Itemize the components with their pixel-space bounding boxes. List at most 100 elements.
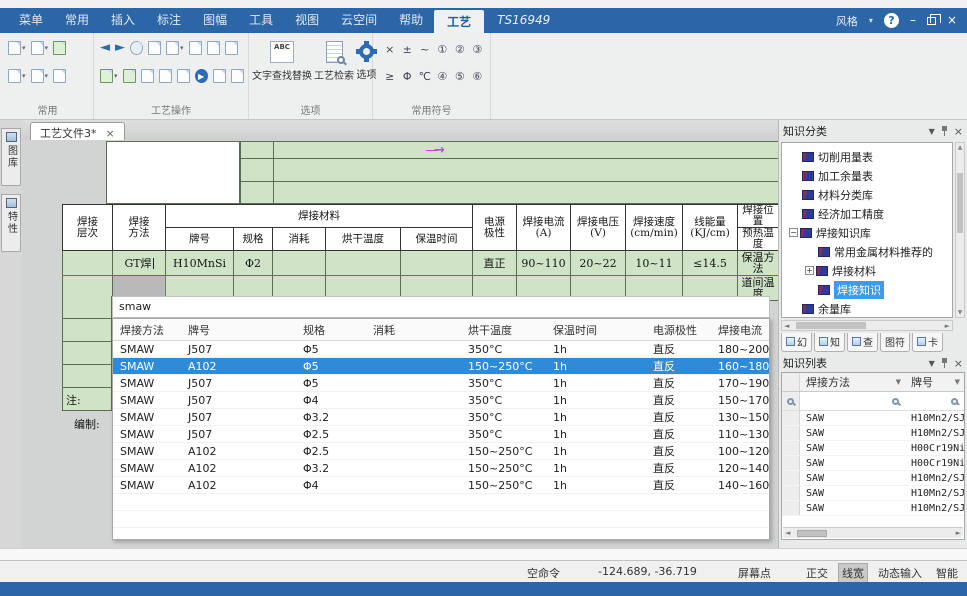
symbol-button[interactable]: ①	[434, 43, 452, 56]
sort-icon[interactable]: ▼	[896, 378, 901, 386]
pin-icon[interactable]	[941, 358, 948, 368]
copy-doc-icon[interactable]	[207, 41, 220, 55]
scrollbar-thumb[interactable]	[957, 173, 963, 233]
refresh-table-icon[interactable]	[53, 41, 66, 55]
knowledge-list-row[interactable]: SAWH10Mn2/SJ101	[782, 486, 964, 501]
tree-item-焊接知识[interactable]: 焊接知识	[782, 280, 952, 299]
menu-云空间[interactable]: 云空间	[330, 8, 388, 33]
chevron-down-icon[interactable]: ▾	[869, 16, 873, 25]
pin-icon[interactable]	[941, 126, 948, 136]
scrollbar-thumb[interactable]	[797, 530, 827, 537]
calc-icon[interactable]	[213, 69, 226, 83]
dropdown-row[interactable]: SMAWJ507Φ3.2350°C1h直反130~150	[113, 409, 769, 426]
column-header-method[interactable]: 焊接方法▼	[800, 374, 905, 390]
dropdown-row[interactable]: SMAWJ507Φ5350°C1h直反180~200	[113, 341, 769, 358]
list-horizontal-scrollbar[interactable]: ◄ ►	[783, 527, 963, 538]
note-cell[interactable]: 注:	[62, 388, 112, 411]
toggle-正交[interactable]: 正交	[802, 563, 832, 583]
symbol-button[interactable]: ⑥	[469, 70, 487, 83]
cell-text-editor[interactable]: smaw	[112, 296, 770, 318]
parameter-dropdown[interactable]: 焊接方法牌号规格消耗烘干温度保温时间电源极性焊接电流 SMAWJ507Φ5350…	[112, 318, 770, 540]
style-menu[interactable]: 风格	[836, 13, 858, 29]
cell-dry-temp[interactable]	[326, 251, 401, 276]
restore-button[interactable]	[927, 17, 936, 25]
symbol-button[interactable]: ±	[399, 43, 417, 56]
layer-cell[interactable]	[62, 296, 112, 319]
collapse-icon[interactable]: −	[789, 228, 798, 237]
knowledge-list-row[interactable]: SAWH10Mn2/SJ101	[782, 411, 964, 426]
layer-cell[interactable]	[62, 319, 112, 342]
tree-item-加工余量表[interactable]: 加工余量表	[782, 166, 952, 185]
menu-图幅[interactable]: 图幅	[192, 8, 238, 33]
drawing-canvas[interactable]: → 焊接层次 焊接方法 焊接材料 电源极性 焊接电流(A) 焊接电压(V) 焊接…	[22, 140, 778, 560]
row-selector[interactable]	[782, 471, 800, 485]
layer-cell[interactable]	[62, 365, 112, 388]
panel-tab-查[interactable]: 查	[847, 333, 878, 352]
search-icon[interactable]	[892, 398, 899, 405]
search-icon[interactable]	[951, 398, 958, 405]
scroll-down-icon[interactable]: ▼	[956, 309, 964, 316]
tab-close-icon[interactable]: ×	[106, 127, 115, 140]
row-selector[interactable]	[782, 426, 800, 440]
symbol-button[interactable]: ④	[434, 70, 452, 83]
knowledge-list-row[interactable]: SAWH00Cr19Ni12M...	[782, 456, 964, 471]
tree-item-焊接材料[interactable]: +焊接材料	[782, 261, 952, 280]
new-doc-icon[interactable]: ▾	[8, 41, 26, 55]
cell-current[interactable]: 90~110	[517, 251, 571, 276]
symbol-button[interactable]: ~	[416, 43, 434, 56]
row-selector[interactable]	[782, 486, 800, 500]
menu-菜单[interactable]: 菜单	[8, 8, 54, 33]
tree-item-经济加工精度[interactable]: 经济加工精度	[782, 204, 952, 223]
cell-spec[interactable]: Φ2	[234, 251, 273, 276]
panel-tab-幻[interactable]: 幻	[781, 333, 812, 352]
process-search-button[interactable]: 工艺检索	[313, 39, 355, 84]
find-replace-button[interactable]: ABC 文字查找替换	[251, 39, 313, 84]
menu-active-gongyi[interactable]: 工艺	[434, 10, 484, 33]
filter-brand-input[interactable]	[905, 398, 964, 405]
row-selector[interactable]	[782, 441, 800, 455]
paste-doc-icon[interactable]	[189, 41, 202, 55]
dropdown-row[interactable]: SMAWJ507Φ4350°C1h直反150~170	[113, 392, 769, 409]
zoom-icon[interactable]: ▾	[8, 69, 26, 83]
dropdown-row[interactable]: SMAWA102Φ4150~250°C1h直反140~160	[113, 477, 769, 494]
scroll-right-icon[interactable]: ►	[945, 322, 950, 330]
stamp-icon[interactable]: ▾	[31, 69, 49, 83]
symbol-button[interactable]: Φ	[399, 70, 417, 83]
sidebar-tab-library[interactable]: 图库	[1, 128, 21, 186]
tree-item-材料分类库[interactable]: 材料分类库	[782, 185, 952, 204]
scroll-right-icon[interactable]: ►	[956, 529, 961, 537]
tree-item-余量库[interactable]: 余量库	[782, 299, 952, 318]
filter-method-input[interactable]	[800, 398, 905, 405]
dropdown-row[interactable]: SMAWA102Φ2.5150~250°C1h直反100~120	[113, 443, 769, 460]
sort-icon[interactable]: ▼	[955, 378, 960, 386]
filter-row[interactable]	[782, 392, 964, 411]
cell-method[interactable]: GT焊	[113, 251, 166, 276]
dropdown-row[interactable]: SMAWA102Φ3.2150~250°C1h直反120~140	[113, 460, 769, 477]
symbol-button[interactable]: ⑤	[451, 70, 469, 83]
expand-icon[interactable]: +	[805, 266, 814, 275]
cell-voltage[interactable]: 20~22	[571, 251, 626, 276]
cell-layer[interactable]	[63, 251, 113, 276]
knowledge-list-row[interactable]: SAWH10Mn2/SJ101	[782, 471, 964, 486]
help-icon[interactable]: ?	[884, 13, 899, 28]
menu-标注[interactable]: 标注	[146, 8, 192, 33]
undo-circle-icon[interactable]	[130, 41, 143, 55]
menu-插入[interactable]: 插入	[100, 8, 146, 33]
knowledge-list-row[interactable]: SAWH10Mn2/SJ101	[782, 501, 964, 516]
symbol-button[interactable]: ×	[381, 43, 399, 56]
cell-polarity[interactable]: 直正	[473, 251, 517, 276]
menu-帮助[interactable]: 帮助	[388, 8, 434, 33]
panel-tab-知[interactable]: 知	[814, 333, 845, 352]
tree-vertical-scrollbar[interactable]: ▲ ▼	[955, 142, 965, 318]
format-brush-icon[interactable]	[53, 69, 66, 83]
toggle-智能[interactable]: 智能	[932, 563, 962, 583]
menu-视图[interactable]: 视图	[284, 8, 330, 33]
symbol-button[interactable]: ≥	[381, 70, 399, 83]
dropdown-row[interactable]: SMAWA102Φ5150~250°C1h直反160~180	[113, 358, 769, 375]
scroll-left-icon[interactable]: ◄	[784, 322, 789, 330]
symbol-button[interactable]: ℃	[416, 70, 434, 83]
swap-icon[interactable]	[225, 41, 238, 55]
column-header-brand[interactable]: 牌号▼	[905, 374, 964, 390]
dropdown-row[interactable]: SMAWJ507Φ2.5350°C1h直反110~130	[113, 426, 769, 443]
toggle-动态输入[interactable]: 动态输入	[874, 563, 926, 583]
